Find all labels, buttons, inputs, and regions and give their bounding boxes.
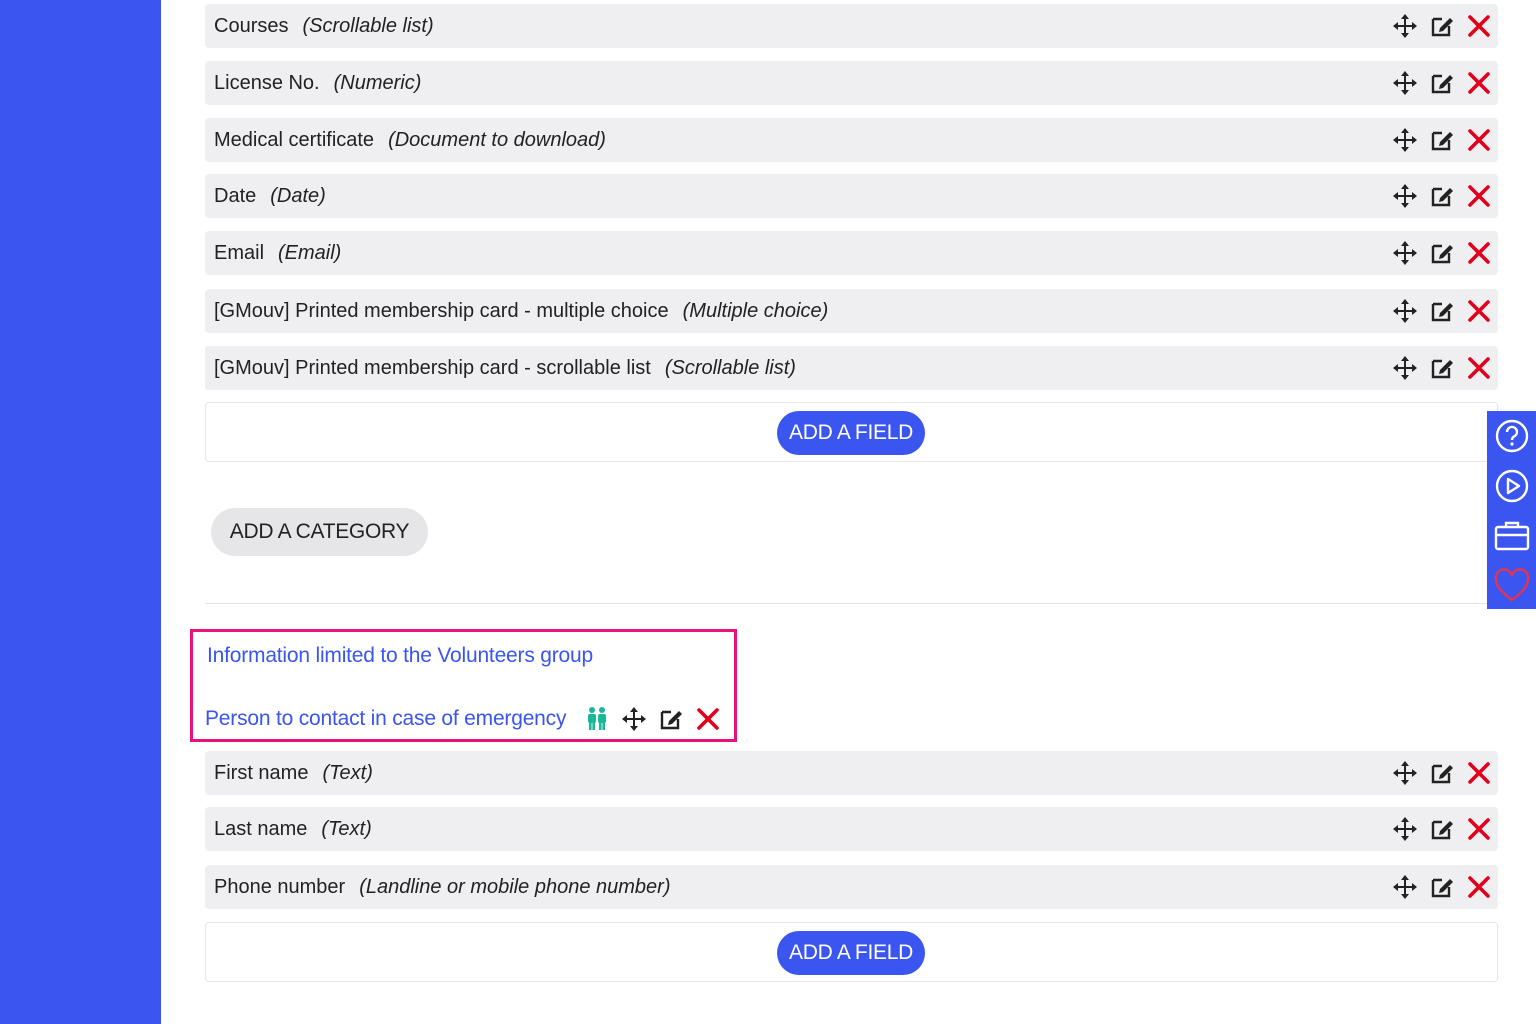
- field-type: (Document to download): [388, 128, 606, 151]
- row-actions: [1392, 174, 1492, 218]
- edit-icon[interactable]: [1429, 355, 1455, 381]
- field-type: (Email): [278, 241, 342, 264]
- delete-icon[interactable]: [1466, 70, 1492, 96]
- field-row-license: License No. (Numeric): [205, 61, 1498, 105]
- delete-icon[interactable]: [1466, 298, 1492, 324]
- field-type: (Landline or mobile phone number): [359, 875, 671, 898]
- field-name: Phone number: [214, 875, 346, 898]
- edit-icon[interactable]: [1429, 183, 1455, 209]
- briefcase-icon[interactable]: [1493, 517, 1531, 555]
- move-icon[interactable]: [1392, 355, 1418, 381]
- move-icon[interactable]: [1392, 127, 1418, 153]
- edit-icon[interactable]: [1429, 816, 1455, 842]
- field-row-first-name: First name (Text): [205, 751, 1498, 795]
- field-type: (Multiple choice): [682, 299, 829, 322]
- field-row-phone: Phone number (Landline or mobile phone n…: [205, 865, 1498, 909]
- field-name: Date: [214, 184, 257, 207]
- delete-icon[interactable]: [1466, 355, 1492, 381]
- field-name: Courses: [214, 14, 289, 37]
- field-row-date: Date (Date): [205, 174, 1498, 218]
- field-name: License No.: [214, 71, 320, 94]
- group-people-icon[interactable]: [584, 706, 610, 732]
- row-actions: [1392, 4, 1492, 48]
- delete-icon[interactable]: [1466, 816, 1492, 842]
- field-name: [GMouv] Printed membership card - scroll…: [214, 356, 651, 379]
- edit-icon[interactable]: [658, 706, 684, 732]
- add-field-button[interactable]: ADD A FIELD: [777, 411, 925, 455]
- field-row-email: Email (Email): [205, 231, 1498, 275]
- move-icon[interactable]: [1392, 13, 1418, 39]
- field-row-card-scrollable: [GMouv] Printed membership card - scroll…: [205, 346, 1498, 390]
- edit-icon[interactable]: [1429, 298, 1455, 324]
- edit-icon[interactable]: [1429, 240, 1455, 266]
- field-type: (Date): [270, 184, 326, 207]
- field-type: (Scrollable list): [664, 356, 796, 379]
- row-actions: [1392, 346, 1492, 390]
- delete-icon[interactable]: [1466, 183, 1492, 209]
- left-sidebar: [0, 0, 161, 1024]
- right-toolbar: [1487, 411, 1536, 609]
- group-restriction-notice: Information limited to the Volunteers gr…: [207, 644, 593, 667]
- field-row-medical: Medical certificate (Document to downloa…: [205, 118, 1498, 162]
- delete-icon[interactable]: [1466, 760, 1492, 786]
- field-type: (Scrollable list): [302, 14, 434, 37]
- delete-icon[interactable]: [1466, 13, 1492, 39]
- play-icon[interactable]: [1493, 467, 1531, 505]
- edit-icon[interactable]: [1429, 13, 1455, 39]
- field-name: Last name: [214, 817, 308, 840]
- delete-icon[interactable]: [1466, 240, 1492, 266]
- field-name: Medical certificate: [214, 128, 375, 151]
- row-actions: [1392, 751, 1492, 795]
- row-actions: [1392, 289, 1492, 333]
- row-actions: [1392, 807, 1492, 851]
- edit-icon[interactable]: [1429, 760, 1455, 786]
- field-name: Email: [214, 241, 265, 264]
- row-actions: [1392, 865, 1492, 909]
- row-actions: [1392, 231, 1492, 275]
- add-category-button[interactable]: ADD A CATEGORY: [211, 508, 428, 556]
- category-header: Person to contact in case of emergency: [205, 703, 721, 735]
- category-name: Person to contact in case of emergency: [205, 707, 567, 730]
- edit-icon[interactable]: [1429, 70, 1455, 96]
- field-row-courses: Courses (Scrollable list): [205, 4, 1498, 48]
- delete-icon[interactable]: [1466, 127, 1492, 153]
- field-name: [GMouv] Printed membership card - multip…: [214, 299, 669, 322]
- field-type: (Text): [322, 761, 373, 784]
- field-row-card-multiple: [GMouv] Printed membership card - multip…: [205, 289, 1498, 333]
- field-type: (Numeric): [333, 71, 422, 94]
- delete-icon[interactable]: [1466, 874, 1492, 900]
- help-icon[interactable]: [1493, 417, 1531, 455]
- move-icon[interactable]: [1392, 240, 1418, 266]
- add-field-button-2[interactable]: ADD A FIELD: [777, 931, 925, 975]
- move-icon[interactable]: [1392, 183, 1418, 209]
- divider: [205, 603, 1498, 604]
- edit-icon[interactable]: [1429, 127, 1455, 153]
- field-row-last-name: Last name (Text): [205, 807, 1498, 851]
- row-actions: [1392, 61, 1492, 105]
- heart-icon[interactable]: [1493, 567, 1531, 605]
- field-type: (Text): [321, 817, 372, 840]
- move-icon[interactable]: [1392, 816, 1418, 842]
- field-name: First name: [214, 761, 309, 784]
- move-icon[interactable]: [1392, 760, 1418, 786]
- move-icon[interactable]: [1392, 298, 1418, 324]
- edit-icon[interactable]: [1429, 874, 1455, 900]
- move-icon[interactable]: [1392, 874, 1418, 900]
- move-icon[interactable]: [621, 706, 647, 732]
- row-actions: [1392, 118, 1492, 162]
- delete-icon[interactable]: [695, 706, 721, 732]
- move-icon[interactable]: [1392, 70, 1418, 96]
